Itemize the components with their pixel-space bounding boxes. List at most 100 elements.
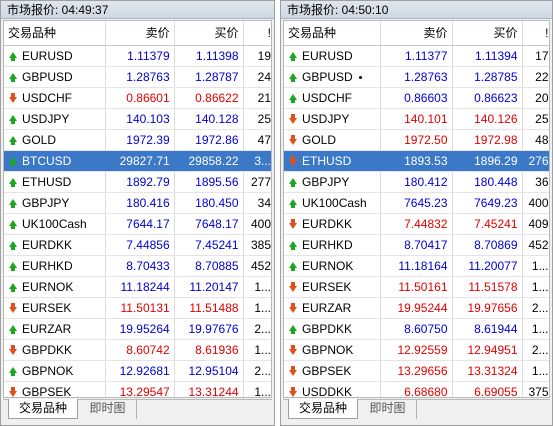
quote-row[interactable]: EURUSD 1.11377 1.11394 17 bbox=[284, 45, 549, 67]
spread-cell: 2... bbox=[522, 297, 549, 319]
quote-row[interactable]: USDDKK 6.68680 6.69055 375 bbox=[284, 381, 549, 397]
symbol-cell: EURDKK bbox=[4, 234, 106, 256]
quote-row[interactable]: EURNOK 11.18244 11.20147 1... bbox=[4, 276, 271, 298]
up-arrow-icon bbox=[8, 196, 22, 210]
quote-row[interactable]: EURUSD 1.11379 1.11398 19 bbox=[4, 45, 271, 67]
ask-cell: 11.51578 bbox=[452, 276, 523, 298]
quote-row[interactable]: ETHUSD 1893.53 1896.29 276 bbox=[284, 150, 549, 172]
symbol-name: GBPDKK bbox=[302, 321, 353, 336]
quote-row[interactable]: GBPSEK 13.29547 13.31244 1... bbox=[4, 381, 271, 397]
quote-row[interactable]: USDCHF 0.86603 0.86623 20 bbox=[284, 87, 549, 109]
bid-cell: 13.29547 bbox=[105, 381, 175, 397]
column-header-bid[interactable]: 卖价 bbox=[380, 21, 453, 46]
bid-cell: 6.68680 bbox=[380, 381, 453, 397]
quote-row[interactable]: ETHUSD 1892.79 1895.56 277 bbox=[4, 171, 271, 193]
bid-cell: 180.416 bbox=[105, 192, 175, 214]
symbol-name: EURUSD bbox=[302, 48, 353, 63]
quote-row[interactable]: UK100Cash 7644.17 7648.17 400 bbox=[4, 213, 271, 235]
tab-tick-chart[interactable]: 即时图 bbox=[359, 399, 417, 419]
market-watch-panel-right: 市场报价: 04:50:10 交易品种 卖价 买价 ! EURUSD 1.1137… bbox=[280, 0, 553, 426]
ask-cell: 19.97656 bbox=[452, 297, 523, 319]
quote-row[interactable]: EURDKK 7.44832 7.45241 409 bbox=[284, 213, 549, 235]
bid-cell: 12.92559 bbox=[380, 339, 453, 361]
bid-cell: 7645.23 bbox=[380, 192, 453, 214]
quote-row[interactable]: GBPSEK 13.29656 13.31324 1... bbox=[284, 360, 549, 382]
quote-row[interactable]: BTCUSD 29827.71 29858.22 3... bbox=[4, 150, 271, 172]
spread-cell: 375 bbox=[522, 381, 549, 397]
down-arrow-icon bbox=[288, 114, 297, 125]
quotes-grid[interactable]: 交易品种 卖价 买价 ! EURUSD 1.11377 1.11394 17 GBPUS… bbox=[283, 20, 550, 398]
quote-row[interactable]: GBPDKK 8.60750 8.61944 1... bbox=[284, 318, 549, 340]
quote-row[interactable]: EURHKD 8.70417 8.70869 452 bbox=[284, 234, 549, 256]
quote-row[interactable]: GBPUSD 1.28763 1.28787 24 bbox=[4, 66, 271, 88]
column-header-ask[interactable]: 买价 bbox=[174, 21, 244, 46]
symbol-name: GBPUSD bbox=[302, 69, 353, 84]
ask-cell: 7648.17 bbox=[174, 213, 244, 235]
quote-row[interactable]: EURNOK 11.18164 11.20077 1... bbox=[284, 255, 549, 277]
down-arrow-icon bbox=[288, 387, 297, 397]
up-arrow-icon bbox=[288, 91, 302, 105]
ask-cell: 140.126 bbox=[452, 108, 523, 130]
spread-cell: 3... bbox=[243, 150, 271, 172]
spread-cell: 400 bbox=[243, 213, 271, 235]
up-arrow-icon bbox=[288, 49, 302, 63]
symbol-cell: EURZAR bbox=[284, 297, 381, 319]
quote-row[interactable]: GOLD 1972.50 1972.98 48 bbox=[284, 129, 549, 151]
column-header-spread[interactable]: ! bbox=[522, 21, 549, 46]
quote-row[interactable]: EURHKD 8.70433 8.70885 452 bbox=[4, 255, 271, 277]
quote-row[interactable]: GBPDKK 8.60742 8.61936 1... bbox=[4, 339, 271, 361]
symbol-cell: USDJPY bbox=[4, 108, 106, 130]
spread-cell: 2... bbox=[243, 360, 271, 382]
quote-row[interactable]: GBPJPY 180.416 180.450 34 bbox=[4, 192, 271, 214]
bid-cell: 29827.71 bbox=[105, 150, 175, 172]
bid-cell: 7.44832 bbox=[380, 213, 453, 235]
spread-cell: 1... bbox=[243, 381, 271, 397]
quote-row[interactable]: EURSEK 11.50131 11.51488 1... bbox=[4, 297, 271, 319]
quote-row[interactable]: GBPUSD 1.28763 1.28785 22 bbox=[284, 66, 549, 88]
quote-row[interactable]: GBPNOK 12.92559 12.94951 2... bbox=[284, 339, 549, 361]
quote-row[interactable]: GBPJPY 180.412 180.448 36 bbox=[284, 171, 549, 193]
up-arrow-icon bbox=[8, 175, 22, 189]
quotes-grid[interactable]: 交易品种 卖价 买价 ! EURUSD 1.11379 1.11398 19 GBPUS… bbox=[3, 20, 272, 398]
ask-cell: 8.70869 bbox=[452, 234, 523, 256]
quote-row[interactable]: USDJPY 140.101 140.126 25 bbox=[284, 108, 549, 130]
quote-row[interactable]: GBPNOK 12.92681 12.95104 2... bbox=[4, 360, 271, 382]
spread-cell: 2... bbox=[522, 339, 549, 361]
quote-row[interactable]: GOLD 1972.39 1972.86 47 bbox=[4, 129, 271, 151]
quote-row[interactable]: UK100Cash 7645.23 7649.23 400 bbox=[284, 192, 549, 214]
quote-row[interactable]: EURZAR 19.95264 19.97676 2... bbox=[4, 318, 271, 340]
spread-cell: 19 bbox=[243, 45, 271, 67]
quote-row[interactable]: EURZAR 19.95244 19.97656 2... bbox=[284, 297, 549, 319]
tab-symbols[interactable]: 交易品种 bbox=[288, 399, 358, 419]
down-arrow-icon bbox=[8, 385, 22, 397]
up-arrow-icon bbox=[8, 136, 17, 146]
header-row: 交易品种 卖价 买价 ! bbox=[284, 21, 549, 46]
column-header-symbol[interactable]: 交易品种 bbox=[284, 21, 381, 46]
symbol-name: GOLD bbox=[302, 132, 337, 147]
quote-row[interactable]: USDJPY 140.103 140.128 25 bbox=[4, 108, 271, 130]
column-header-spread[interactable]: ! bbox=[243, 21, 271, 46]
column-header-symbol[interactable]: 交易品种 bbox=[4, 21, 106, 46]
down-arrow-icon bbox=[288, 366, 297, 377]
column-header-ask[interactable]: 买价 bbox=[452, 21, 523, 46]
quotes-table: 交易品种 卖价 买价 ! EURUSD 1.11377 1.11394 17 GBPUS… bbox=[284, 21, 549, 397]
tab-tick-chart[interactable]: 即时图 bbox=[79, 399, 137, 419]
spread-cell: 1... bbox=[522, 360, 549, 382]
up-arrow-icon bbox=[8, 115, 17, 125]
ask-cell: 1.11398 bbox=[174, 45, 244, 67]
bid-cell: 8.70417 bbox=[380, 234, 453, 256]
quote-row[interactable]: EURDKK 7.44856 7.45241 385 bbox=[4, 234, 271, 256]
up-arrow-icon bbox=[8, 241, 17, 251]
symbol-cell: EURZAR bbox=[4, 318, 106, 340]
spread-cell: 25 bbox=[243, 108, 271, 130]
column-header-bid[interactable]: 卖价 bbox=[105, 21, 175, 46]
bid-cell: 12.92681 bbox=[105, 360, 175, 382]
quote-row[interactable]: EURSEK 11.50161 11.51578 1... bbox=[284, 276, 549, 298]
quote-row[interactable]: USDCHF 0.86601 0.86622 21 bbox=[4, 87, 271, 109]
symbol-cell: EURNOK bbox=[284, 255, 381, 277]
tab-symbols[interactable]: 交易品种 bbox=[8, 399, 78, 419]
ask-cell: 1895.56 bbox=[174, 171, 244, 193]
up-arrow-icon bbox=[288, 178, 297, 188]
spread-cell: 1... bbox=[243, 276, 271, 298]
down-arrow-icon bbox=[8, 345, 17, 356]
